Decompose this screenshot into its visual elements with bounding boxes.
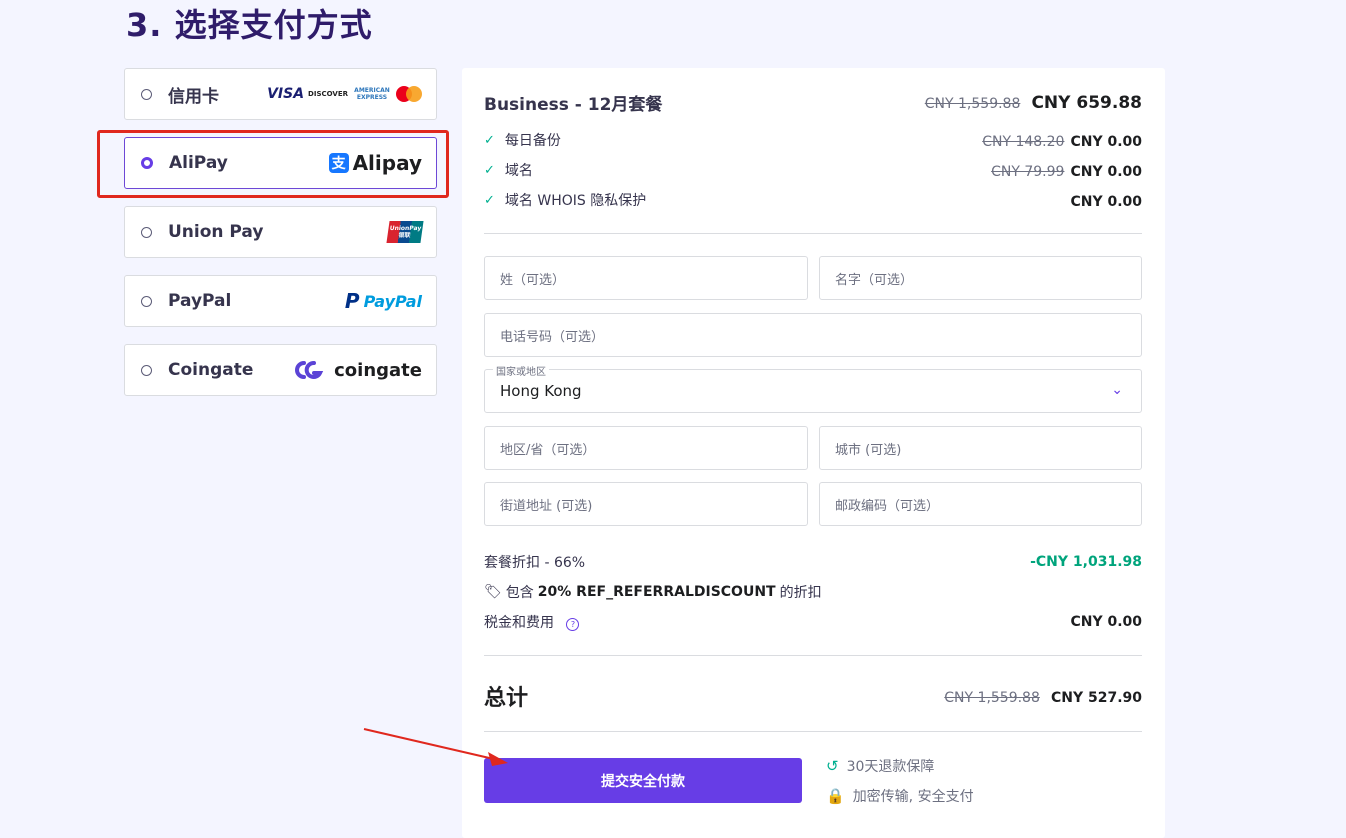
coupon-suffix: 的折扣 [779,585,822,601]
tax-value: CNY 0.00 [1070,614,1142,630]
coingate-icon [295,361,324,379]
feature-label: 域名 [504,163,533,179]
payment-method-label: Union Pay [168,222,264,242]
radio-button[interactable] [141,364,152,376]
feature-label: 域名 WHOIS 隐私保护 [504,193,647,209]
plan-name: Business - 12月套餐 [484,95,663,115]
feature-price: CNY 0.00 [1070,133,1142,150]
street-field[interactable]: 街道地址 (可选) [484,482,808,526]
city-field[interactable]: 城市 (可选) [819,426,1142,470]
payment-method-label: PayPal [168,291,232,311]
refund-guarantee: ↺ 30天退款保障 [826,756,934,776]
country-select[interactable]: 国家或地区 Hong Kong ⌄ [484,363,1142,413]
total-old-price: CNY 1,559.88 [944,689,1040,706]
feature-old-price: CNY 79.99 [991,163,1065,180]
discover-logo: DISCOVER [308,90,348,98]
chevron-down-icon: ⌄ [1111,382,1123,398]
mastercard-icon [396,86,422,102]
help-icon[interactable]: ? [566,618,580,631]
phone-field[interactable]: 电话号码（可选） [484,313,1142,357]
payment-method-union-pay[interactable]: Union Pay UnionPay 银联 [124,206,437,258]
first-name-field[interactable]: 名字（可选） [819,256,1142,300]
total-price: CNY 527.90 [1050,689,1142,706]
check-icon: ✓ [484,192,495,208]
plan-price: CNY 659.88 [1031,92,1142,113]
last-name-field[interactable]: 姓（可选） [484,256,808,300]
plan-old-price: CNY 1,559.88 [924,95,1021,112]
coupon-code: 20% REF_REFERRALDISCOUNT [537,584,776,600]
tax-label: 税金和费用 [484,615,554,631]
feature-price: CNY 0.00 [1070,193,1142,210]
amex-logo: AMERICAN EXPRESS [354,87,390,101]
discount-label: 套餐折扣 - 66% [484,555,586,571]
check-icon: ✓ [484,162,495,178]
visa-logo: VISA [267,86,305,102]
region-field[interactable]: 地区/省（可选） [484,426,808,470]
secure-payment: 🔒 加密传输, 安全支付 [826,786,974,806]
secure-payment-text: 加密传输, 安全支付 [852,789,974,805]
radio-button[interactable] [141,295,152,307]
coingate-logo: coingate [290,359,422,381]
feature-price: CNY 0.00 [1070,163,1142,180]
payment-method-coingate[interactable]: Coingate coingate [124,344,437,396]
coupon-prefix: 包含 [505,585,534,601]
feature-old-price: CNY 148.20 [982,133,1065,150]
total-label: 总计 [484,686,529,711]
radio-button[interactable] [141,226,152,238]
feature-label: 每日备份 [504,133,561,149]
order-summary-card: Business - 12月套餐 CNY 1,559.88 CNY 659.88… [462,68,1165,838]
history-icon: ↺ [826,757,839,775]
country-label: 国家或地区 [493,363,549,378]
coingate-wordmark: coingate [334,359,422,381]
divider [484,233,1142,234]
zip-field[interactable]: 邮政编码（可选） [819,482,1142,526]
discount-value: -CNY 1,031.98 [1030,554,1142,570]
divider [484,655,1142,656]
selection-highlight-box [97,130,449,198]
paypal-icon: P [344,289,360,313]
divider [484,731,1142,732]
refund-guarantee-text: 30天退款保障 [846,759,935,775]
check-icon: ✓ [484,132,495,148]
unionpay-logo: UnionPay 银联 [386,221,424,243]
radio-button[interactable] [141,88,152,100]
page-title: 3. 选择支付方式 [126,6,373,44]
card-logos: VISA DISCOVER AMERICAN EXPRESS [267,86,422,102]
lock-icon: 🔒 [826,787,845,805]
payment-method-paypal[interactable]: PayPal P PayPal [124,275,437,327]
paypal-logo: P PayPal [345,289,422,313]
payment-method-label: 信用卡 [168,86,219,107]
country-value: Hong Kong [500,382,582,400]
payment-method-label: Coingate [168,360,254,380]
paypal-wordmark: PayPal [363,291,422,311]
submit-payment-button[interactable]: 提交安全付款 [484,758,802,803]
unionpay-badge: UnionPay 银联 [386,221,424,243]
tag-icon: 🏷 [484,584,502,600]
payment-method-credit-card[interactable]: 信用卡 VISA DISCOVER AMERICAN EXPRESS [124,68,437,120]
